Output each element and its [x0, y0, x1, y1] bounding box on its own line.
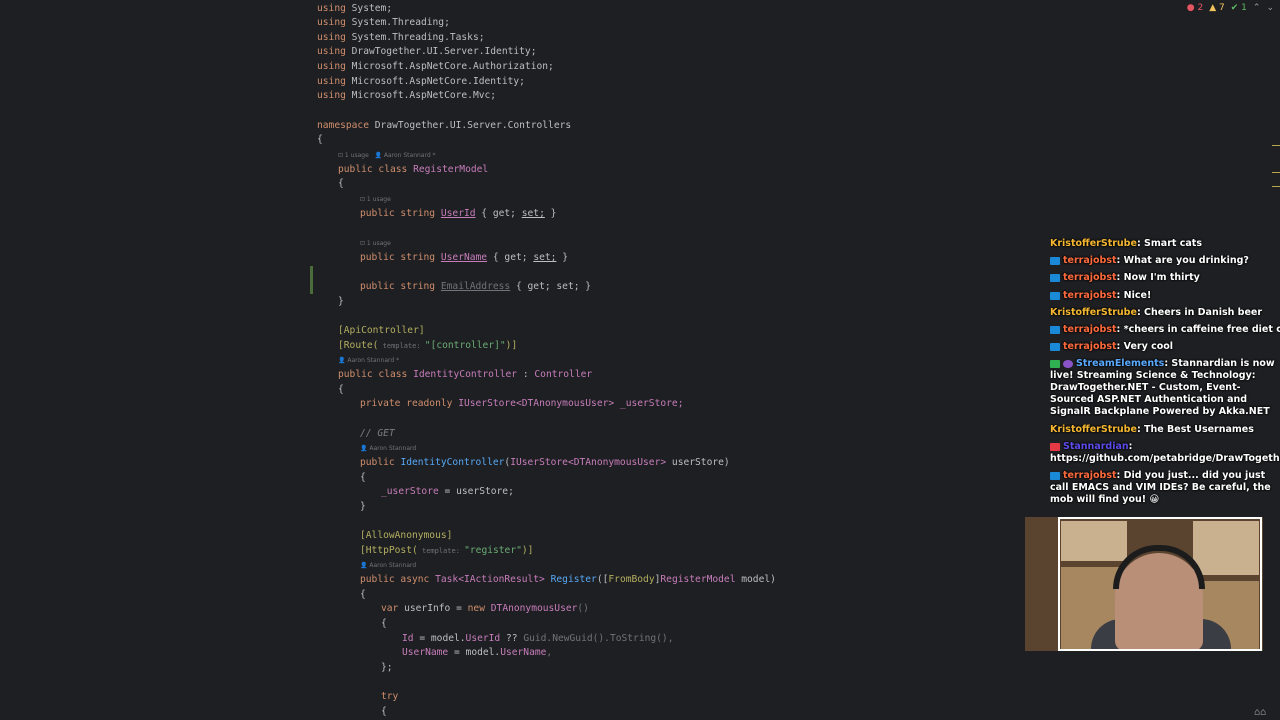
chat-message: Stannardian: [1050, 441, 1280, 453]
code-line: Id = model.UserId ?? Guid.NewGuid().ToSt… [402, 633, 674, 644]
code-line: [ApiController] [338, 325, 425, 336]
code-line: { [317, 134, 323, 145]
chat-message: terrajobst: What are you drinking? [1050, 255, 1280, 267]
code-line: private readonly IUserStore<DTAnonymousU… [360, 398, 684, 409]
chevron-up-icon[interactable]: ⌃ [1253, 3, 1261, 13]
code-line: { [381, 706, 387, 717]
webcam-overlay [1025, 517, 1263, 651]
chat-message: KristofferStrube: Cheers in Danish beer [1050, 307, 1263, 318]
code-line: using System.Threading; [317, 17, 450, 28]
badge-icon [1050, 342, 1060, 351]
badge-icon [1050, 273, 1060, 282]
badge-icon [1050, 471, 1060, 480]
code-line: using Microsoft.AspNetCore.Mvc; [317, 90, 497, 101]
code-line: _userStore = userStore; [381, 486, 514, 497]
code-line: using System; [317, 3, 393, 14]
chat-overlay: KristofferStrube: Smart cats terrajobst:… [1044, 236, 1280, 514]
code-line: namespace DrawTogether.UI.Server.Control… [317, 120, 572, 131]
error-count[interactable]: ● 2 [1187, 3, 1203, 13]
code-line: public async Task<IActionResult> Registe… [360, 574, 776, 585]
code-line: [HttpPost( template: "register")] [360, 545, 534, 556]
chat-message: terrajobst: Nice! [1050, 290, 1280, 302]
broadcaster-badge-icon [1050, 442, 1060, 451]
bot-badge-icon [1063, 359, 1073, 368]
chat-message: KristofferStrube: The Best Usernames [1050, 424, 1254, 435]
code-vision-hint[interactable]: 👤 Aaron Stannard * [338, 356, 399, 365]
chat-message-link: https://github.com/petabridge/DrawTogeth… [1050, 453, 1280, 464]
gutter-change-marker [310, 266, 313, 294]
code-vision-hint[interactable]: 👤 Aaron Stannard [360, 561, 416, 570]
code-line: public string EmailAddress { get; set; } [360, 281, 592, 292]
badge-icon [1050, 325, 1060, 334]
code-line: { [381, 618, 387, 629]
code-line: }; [381, 662, 393, 673]
code-vision-hint[interactable]: ⊡ 1 usage [360, 195, 391, 204]
code-line: using DrawTogether.UI.Server.Identity; [317, 46, 537, 57]
code-line: [AllowAnonymous] [360, 530, 453, 541]
scrollbar-marker[interactable] [1272, 172, 1280, 173]
code-line: UserName = model.UserName, [402, 647, 553, 658]
chat-message: terrajobst: Did you just... did you just… [1050, 470, 1271, 505]
code-line: { [338, 178, 344, 189]
code-line: // GET [360, 428, 395, 439]
code-line: public class RegisterModel [338, 164, 489, 175]
warning-count[interactable]: ▲ 7 [1209, 3, 1225, 13]
ok-count[interactable]: ✔ 1 [1231, 3, 1247, 13]
code-line: using Microsoft.AspNetCore.Authorization… [317, 61, 554, 72]
code-line: using Microsoft.AspNetCore.Identity; [317, 76, 525, 87]
verified-badge-icon [1050, 359, 1060, 368]
bookshelf [1193, 521, 1259, 575]
code-line: { [360, 472, 366, 483]
code-line: public class IdentityController : Contro… [338, 369, 593, 380]
code-line: { [360, 589, 366, 600]
code-line: { [338, 384, 344, 395]
code-vision-hint[interactable]: ⊡ 1 usage 👤 Aaron Stannard * [338, 151, 436, 160]
scrollbar-marker[interactable] [1272, 186, 1280, 187]
code-vision-hint[interactable]: ⊡ 1 usage [360, 239, 391, 248]
code-line: } [360, 501, 366, 512]
chat-message: terrajobst: Very cool [1050, 341, 1280, 353]
code-line: [Route( template: "[controller]")] [338, 340, 518, 351]
code-line: } [338, 296, 344, 307]
code-vision-hint[interactable]: 👤 Aaron Stannard [360, 444, 416, 453]
code-line: using System.Threading.Tasks; [317, 32, 485, 43]
code-line: try [381, 691, 399, 702]
stream-overlay-icon: ⌂⌂ [1253, 707, 1266, 718]
chat-message: KristofferStrube: Smart cats [1050, 238, 1202, 249]
code-line: public string UserName { get; set; } [360, 252, 568, 263]
badge-icon [1050, 291, 1060, 300]
scrollbar-marker[interactable] [1272, 145, 1280, 146]
chevron-down-icon[interactable]: ⌄ [1266, 3, 1274, 13]
chat-message: StreamElements: Stannardian is now live!… [1050, 358, 1275, 417]
code-line: public IdentityController(IUserStore<DTA… [360, 457, 730, 468]
badge-icon [1050, 256, 1060, 265]
inspection-widget[interactable]: ● 2 ▲ 7 ✔ 1 ⌃ ⌄ [1187, 3, 1274, 13]
code-line: public string UserId { get; set; } [360, 208, 557, 219]
code-line: var userInfo = new DTAnonymousUser() [381, 603, 589, 614]
bookshelf [1061, 521, 1127, 561]
chat-message: terrajobst: *cheers in caffeine free die… [1050, 324, 1280, 336]
chat-message: terrajobst: Now I'm thirty [1050, 272, 1280, 284]
